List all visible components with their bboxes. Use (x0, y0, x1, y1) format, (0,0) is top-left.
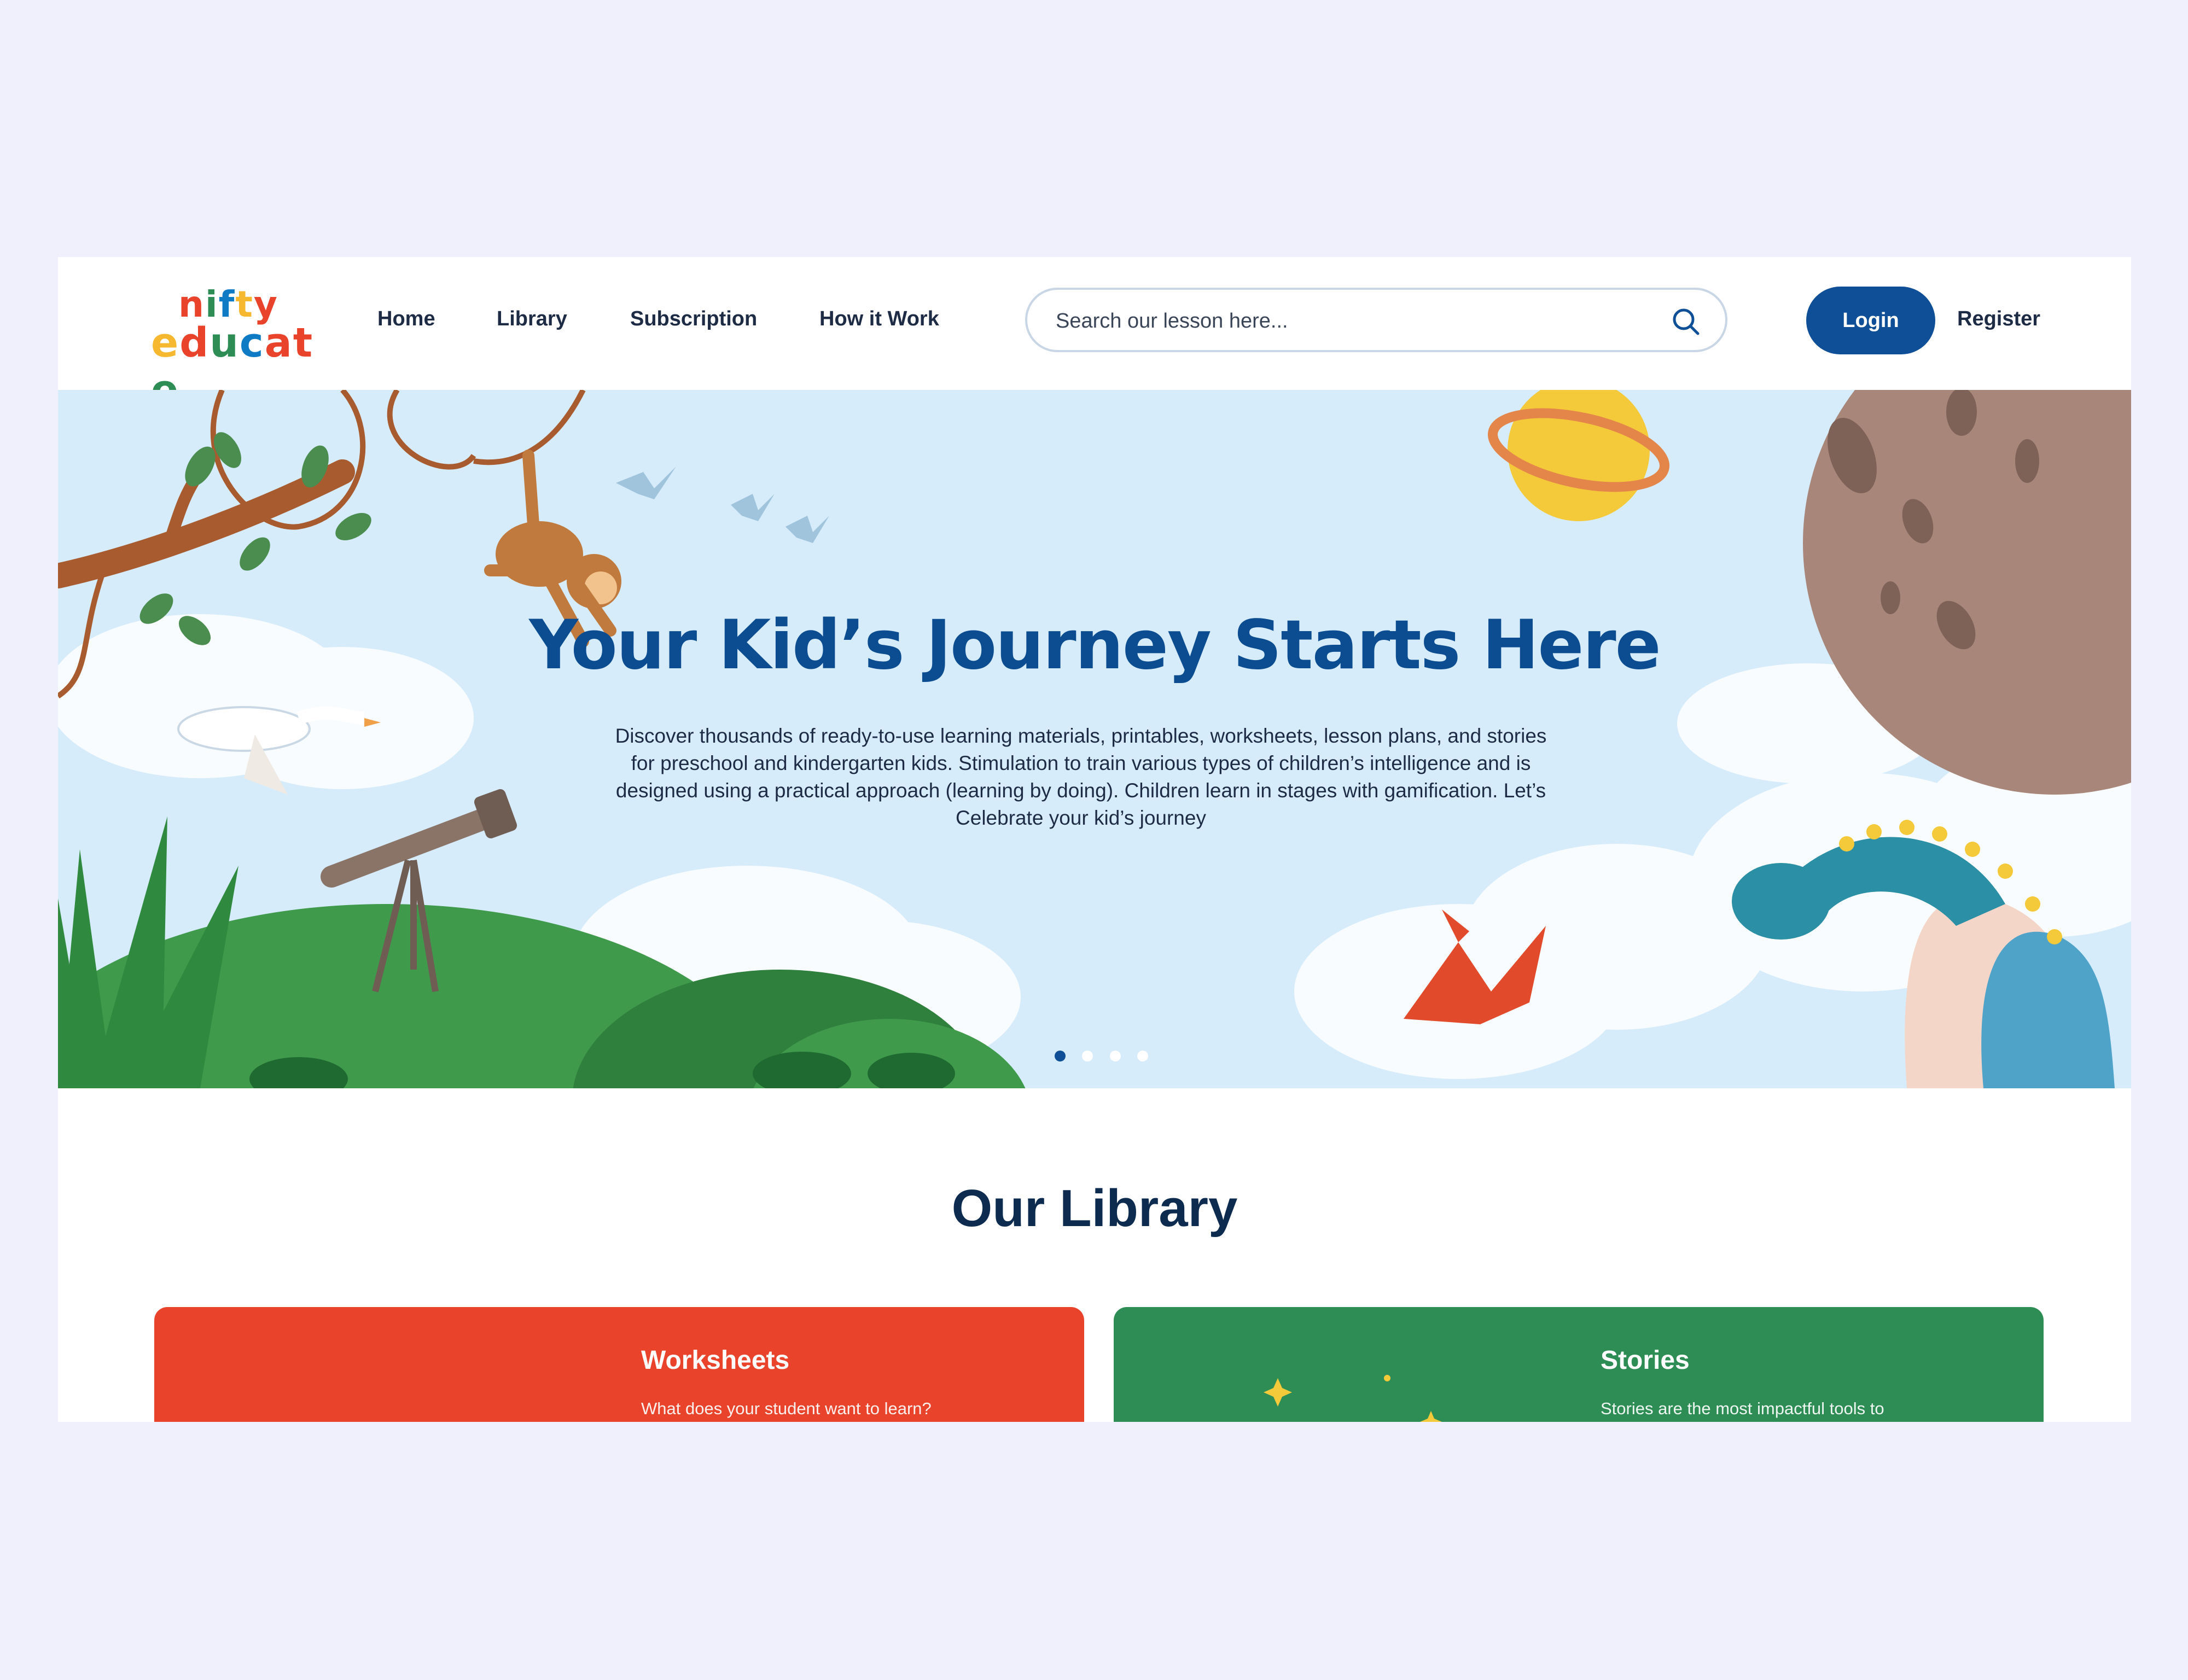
nav-library[interactable]: Library (497, 307, 567, 331)
logo-letter: a (264, 319, 293, 366)
worksheets-illustration (329, 1405, 450, 1422)
register-link[interactable]: Register (1957, 307, 2040, 331)
bird-flock (616, 466, 829, 543)
stories-illustration (1264, 1375, 1442, 1422)
search-icon[interactable] (1671, 306, 1701, 337)
carousel-dot-2[interactable] (1082, 1051, 1093, 1061)
logo-letter: u (210, 319, 240, 366)
logo-letter: e (151, 319, 180, 366)
carousel-dots (1055, 1051, 1162, 1063)
nav-home[interactable]: Home (377, 307, 435, 331)
card-title: Stories (1601, 1346, 1690, 1375)
card-title: Worksheets (641, 1346, 790, 1375)
site-header: nifty educate Home Library Subscription … (58, 257, 2131, 413)
site-logo[interactable]: nifty educate (151, 283, 315, 413)
library-card-stories[interactable]: Stories Stories are the most impactful t… (1114, 1307, 2044, 1422)
logo-letter: t (293, 319, 314, 366)
hero-description: Discover thousands of ready-to-use learn… (615, 725, 1547, 829)
card-subtitle: What does your student want to learn? (641, 1399, 932, 1418)
card-subtitle: Stories are the most impactful tools to (1601, 1399, 1884, 1418)
ringed-planet (1487, 390, 1670, 521)
hero-banner: Your Kid’s Journey Starts Here Discover … (58, 390, 2131, 1088)
carousel-dot-4[interactable] (1137, 1051, 1149, 1061)
hero-title: Your Kid’s Journey Starts Here (529, 606, 1661, 685)
carousel-dot-3[interactable] (1109, 1051, 1121, 1061)
logo-letter: c (239, 319, 265, 366)
nav-subscription[interactable]: Subscription (630, 307, 757, 331)
nav-how-it-work[interactable]: How it Work (819, 307, 939, 331)
login-button[interactable]: Login (1806, 287, 1935, 354)
carousel-dot-1[interactable] (1055, 1051, 1066, 1061)
browser-page: nifty educate Home Library Subscription … (58, 257, 2131, 1422)
library-card-worksheets[interactable]: Worksheets What does your student want t… (154, 1307, 1084, 1422)
library-section-title: Our Library (951, 1179, 1238, 1238)
search-bar (1025, 288, 1727, 352)
logo-letter: d (179, 319, 210, 366)
search-input[interactable] (1055, 304, 1648, 338)
